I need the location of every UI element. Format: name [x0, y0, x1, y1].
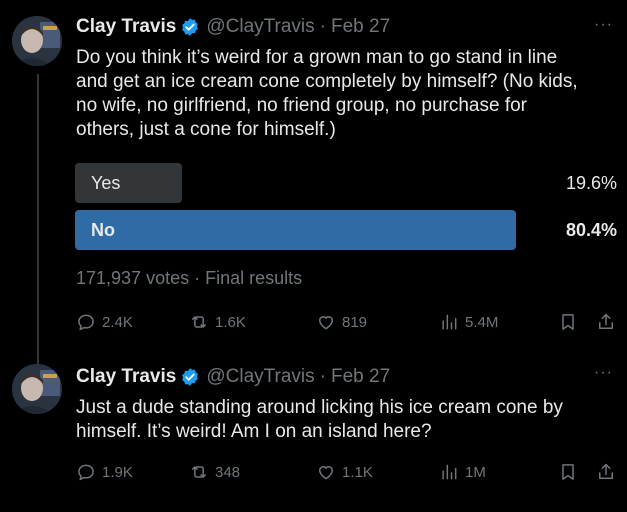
poll-option-label: Yes [91, 173, 121, 193]
repost-button[interactable]: 348 [189, 460, 240, 484]
tweet-text: Do you think it’s weird for a grown man … [76, 46, 616, 142]
poll-option-no: No 80.4% [75, 210, 623, 250]
author-name[interactable]: Clay Travis [76, 16, 176, 38]
verified-badge-icon [180, 17, 200, 37]
repost-button[interactable]: 1.6K [189, 310, 246, 334]
poll-bar [75, 210, 516, 250]
avatar[interactable] [12, 16, 62, 66]
reply-count: 1.9K [102, 463, 133, 481]
separator-dot: · [319, 16, 326, 37]
tweet-poll[interactable]: Clay Travis @ClayTravis · Feb 27 ··· Do … [0, 0, 627, 352]
reply-button[interactable]: 2.4K [76, 310, 133, 334]
poll-results-meta: 171,937 votes · Final results [76, 268, 303, 288]
reply-button[interactable]: 1.9K [76, 460, 133, 484]
poll-option-label: No [91, 220, 115, 240]
reply-icon [76, 462, 102, 482]
reply-count: 2.4K [102, 313, 133, 331]
poll-option-percent: 19.6% [565, 173, 617, 193]
poll-option-percent: 80.4% [565, 220, 617, 240]
tweet-actions: 1.9K 348 1.1K 1M [76, 460, 617, 484]
author-handle[interactable]: @ClayTravis [206, 366, 314, 388]
repost-count: 1.6K [215, 313, 246, 331]
tweet-text-line: Do you think it’s weird for a grown man … [76, 47, 558, 68]
tweet-text-line: no wife, no girlfriend, no friend group,… [76, 95, 527, 116]
verified-badge-icon [180, 367, 200, 387]
like-button[interactable]: 1.1K [316, 460, 373, 484]
reply-icon [76, 312, 102, 332]
share-button[interactable] [596, 310, 616, 334]
like-count: 819 [342, 313, 368, 331]
tweet-header: Clay Travis @ClayTravis · Feb 27 [76, 15, 390, 39]
views-button[interactable]: 1M [439, 460, 486, 484]
tweet-date[interactable]: Feb 27 [331, 366, 390, 388]
author-handle[interactable]: @ClayTravis [206, 16, 314, 38]
tweet-text-line: himself. It’s weird! Am I on an island h… [76, 421, 432, 442]
tweet-text-line: and get an ice cream cone completely by … [76, 71, 578, 92]
views-chart-icon [439, 462, 465, 482]
more-options-icon[interactable]: ··· [594, 364, 613, 382]
heart-icon [316, 462, 342, 482]
avatar[interactable] [12, 364, 62, 414]
bookmark-button[interactable] [558, 310, 578, 334]
share-icon [596, 312, 616, 332]
tweet-header: Clay Travis @ClayTravis · Feb 27 [76, 365, 390, 389]
poll-option-yes: Yes 19.6% [75, 163, 623, 203]
repost-count: 348 [215, 463, 241, 481]
tweet-actions: 2.4K 1.6K 819 5.4M [76, 310, 617, 334]
tweet-reply-thread[interactable]: Clay Travis @ClayTravis · Feb 27 ··· Jus… [0, 352, 627, 512]
tweet-text-line: Just a dude standing around licking his … [76, 397, 563, 418]
like-count: 1.1K [342, 463, 373, 481]
views-button[interactable]: 5.4M [439, 310, 498, 334]
share-button[interactable] [596, 460, 616, 484]
tweet-date[interactable]: Feb 27 [331, 16, 390, 38]
repost-icon [189, 462, 215, 482]
author-name[interactable]: Clay Travis [76, 366, 176, 388]
tweet-text-line: others, just a cone for himself.) [76, 119, 336, 140]
views-count: 5.4M [465, 313, 499, 331]
like-button[interactable]: 819 [316, 310, 367, 334]
share-icon [596, 462, 616, 482]
views-chart-icon [439, 312, 465, 332]
heart-icon [316, 312, 342, 332]
separator-dot: · [319, 366, 326, 387]
more-options-icon[interactable]: ··· [594, 16, 613, 34]
bookmark-button[interactable] [558, 460, 578, 484]
tweet-text: Just a dude standing around licking his … [76, 396, 616, 444]
repost-icon [189, 312, 215, 332]
bookmark-icon [558, 312, 578, 332]
bookmark-icon [558, 462, 578, 482]
views-count: 1M [465, 463, 486, 481]
